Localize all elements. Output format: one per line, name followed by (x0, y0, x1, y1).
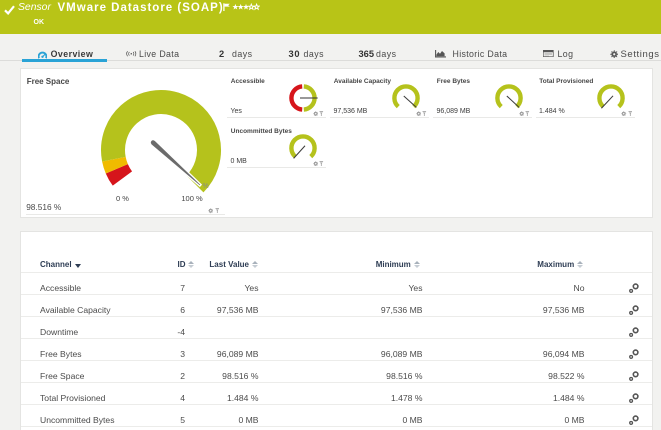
svg-text:%: % (203, 183, 209, 190)
